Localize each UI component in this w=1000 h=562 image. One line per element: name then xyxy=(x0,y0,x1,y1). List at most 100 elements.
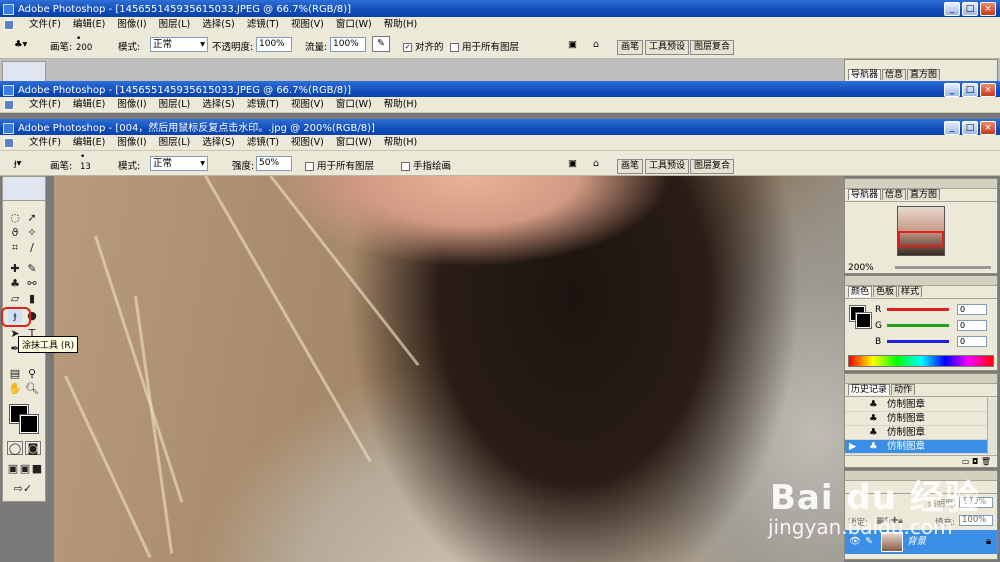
menu-filter[interactable]: 滤镜(T) xyxy=(247,137,279,148)
magic-wand-tool-icon[interactable]: ✧ xyxy=(25,226,39,240)
screen-mode-full-icon[interactable]: ■ xyxy=(30,462,44,476)
clone-stamp-icon[interactable]: ♣▾ xyxy=(14,39,27,50)
well-tab-brushes[interactable]: 画笔 xyxy=(617,40,644,55)
menu-image[interactable]: 图像(I) xyxy=(117,99,146,110)
color-spectrum-bar[interactable] xyxy=(848,355,994,367)
navigator-zoom[interactable]: 200% xyxy=(848,263,874,273)
eyedropper-tool-icon[interactable]: ⚲ xyxy=(25,367,39,381)
tab-navigator[interactable]: 导航器 xyxy=(848,69,882,80)
menu-layer[interactable]: 图层(L) xyxy=(159,137,191,148)
slice-tool-icon[interactable]: ∕ xyxy=(25,241,39,255)
maximize-button[interactable]: □ xyxy=(962,121,978,135)
aligned-checkbox[interactable]: ✓ 对齐的 xyxy=(403,39,444,53)
brush-tool-icon[interactable]: ✎ xyxy=(25,262,39,276)
minimize-button[interactable]: _ xyxy=(944,2,960,16)
menu-select[interactable]: 选择(S) xyxy=(202,19,234,30)
menu-image[interactable]: 图像(I) xyxy=(117,19,146,30)
jump-to-imageready-icon[interactable]: ⇨✓ xyxy=(8,482,38,496)
menu-view[interactable]: 视图(V) xyxy=(291,137,324,148)
notes-tool-icon[interactable]: ▤ xyxy=(8,367,22,381)
history-item[interactable]: ♣ 仿制图章 xyxy=(845,398,987,412)
mode-select[interactable]: 正常 xyxy=(150,37,208,52)
brush-preview-icon[interactable]: • xyxy=(80,152,85,162)
tab-history[interactable]: 历史记录 xyxy=(848,384,891,395)
navigator-view-box[interactable] xyxy=(898,231,944,247)
lasso-tool-icon[interactable]: ϑ xyxy=(8,226,22,240)
background-color-swatch[interactable] xyxy=(19,414,39,434)
palette-well-icon[interactable]: ⌂ xyxy=(593,39,599,50)
tab-color[interactable]: 颜色 xyxy=(848,286,873,297)
flow-input[interactable]: 100% xyxy=(330,37,366,52)
menu-edit[interactable]: 编辑(E) xyxy=(73,99,105,110)
well-tab-brushes[interactable]: 画笔 xyxy=(617,159,644,174)
navigator-thumbnail[interactable] xyxy=(897,206,945,256)
green-slider[interactable] xyxy=(887,324,949,327)
history-brush-tool-icon[interactable]: ⚯ xyxy=(25,277,39,291)
quick-mask-mode-icon[interactable]: ◙ xyxy=(25,441,41,455)
red-input[interactable]: 0 xyxy=(957,304,987,315)
well-tab-tool-presets[interactable]: 工具预设 xyxy=(645,159,690,174)
file-browser-icon[interactable]: ▣ xyxy=(568,158,577,169)
menu-edit[interactable]: 编辑(E) xyxy=(73,137,105,148)
all-layers-checkbox[interactable]: 用于所有图层 xyxy=(450,39,519,53)
minimize-button[interactable]: _ xyxy=(944,121,960,135)
move-tool-icon[interactable]: ➚ xyxy=(25,211,39,225)
tab-histogram[interactable]: 直方图 xyxy=(907,69,941,80)
menu-edit[interactable]: 编辑(E) xyxy=(73,19,105,30)
history-scrollbar[interactable] xyxy=(987,398,997,454)
color-bg-swatch[interactable] xyxy=(855,312,872,329)
marquee-tool-icon[interactable]: ◌ xyxy=(8,211,22,225)
all-layers-checkbox[interactable]: 用于所有图层 xyxy=(305,158,374,172)
menu-view[interactable]: 视图(V) xyxy=(291,99,324,110)
close-button[interactable]: × xyxy=(980,83,996,97)
menu-select[interactable]: 选择(S) xyxy=(202,99,234,110)
finger-painting-checkbox[interactable]: 手指绘画 xyxy=(401,158,451,172)
minimize-button[interactable]: _ xyxy=(944,83,960,97)
canvas-photo[interactable] xyxy=(54,176,844,562)
tab-info[interactable]: 信息 xyxy=(882,69,907,80)
tab-info[interactable]: 信息 xyxy=(882,189,907,200)
menu-help[interactable]: 帮助(H) xyxy=(384,99,418,110)
tab-navigator[interactable]: 导航器 xyxy=(848,189,882,200)
menu-window[interactable]: 窗口(W) xyxy=(336,19,372,30)
healing-brush-tool-icon[interactable]: ✚ xyxy=(8,262,22,276)
standard-mode-icon[interactable]: ◯ xyxy=(7,441,23,455)
eraser-tool-icon[interactable]: ▱ xyxy=(8,292,22,306)
menu-window[interactable]: 窗口(W) xyxy=(336,137,372,148)
panel-header[interactable] xyxy=(845,179,997,189)
new-document-icon[interactable]: ▭ xyxy=(962,457,970,466)
menu-select[interactable]: 选择(S) xyxy=(202,137,234,148)
palette-well-icon[interactable]: ⌂ xyxy=(593,158,599,169)
blue-slider[interactable] xyxy=(887,340,949,343)
menu-file[interactable]: 文件(F) xyxy=(29,137,61,148)
menu-file[interactable]: 文件(F) xyxy=(29,99,61,110)
history-brush-source-icon[interactable]: ▶ xyxy=(849,440,856,454)
clone-stamp-tool-icon[interactable]: ♣ xyxy=(8,277,22,291)
zoom-tool-icon[interactable]: 🔍︎ xyxy=(25,382,39,396)
menu-layer[interactable]: 图层(L) xyxy=(159,99,191,110)
red-slider[interactable] xyxy=(887,308,949,311)
well-tab-tool-presets[interactable]: 工具预设 xyxy=(645,40,690,55)
close-button[interactable]: × xyxy=(980,2,996,16)
panel-header[interactable] xyxy=(845,374,997,384)
trash-icon[interactable]: 🗑︎ xyxy=(981,457,991,466)
strength-input[interactable]: 50% xyxy=(256,156,292,171)
hand-tool-icon[interactable]: ✋ xyxy=(8,382,22,396)
mode-select[interactable]: 正常 xyxy=(150,156,208,171)
menu-help[interactable]: 帮助(H) xyxy=(384,19,418,30)
menu-layer[interactable]: 图层(L) xyxy=(159,19,191,30)
green-input[interactable]: 0 xyxy=(957,320,987,331)
gradient-tool-icon[interactable]: ▮ xyxy=(25,292,39,306)
smudge-tool-icon[interactable]: ɟ▾ xyxy=(14,158,21,169)
menu-view[interactable]: 视图(V) xyxy=(291,19,324,30)
menu-window[interactable]: 窗口(W) xyxy=(336,99,372,110)
maximize-button[interactable]: □ xyxy=(962,2,978,16)
tab-swatches[interactable]: 色板 xyxy=(873,286,898,297)
well-tab-layer-comps[interactable]: 图层复合 xyxy=(690,159,735,174)
blue-input[interactable]: 0 xyxy=(957,336,987,347)
history-item[interactable]: ♣ 仿制图章 xyxy=(845,426,987,440)
history-item[interactable]: ♣ 仿制图章 xyxy=(845,412,987,426)
navigator-zoom-slider[interactable] xyxy=(895,266,991,269)
panel-header[interactable] xyxy=(845,276,997,286)
menu-help[interactable]: 帮助(H) xyxy=(384,137,418,148)
